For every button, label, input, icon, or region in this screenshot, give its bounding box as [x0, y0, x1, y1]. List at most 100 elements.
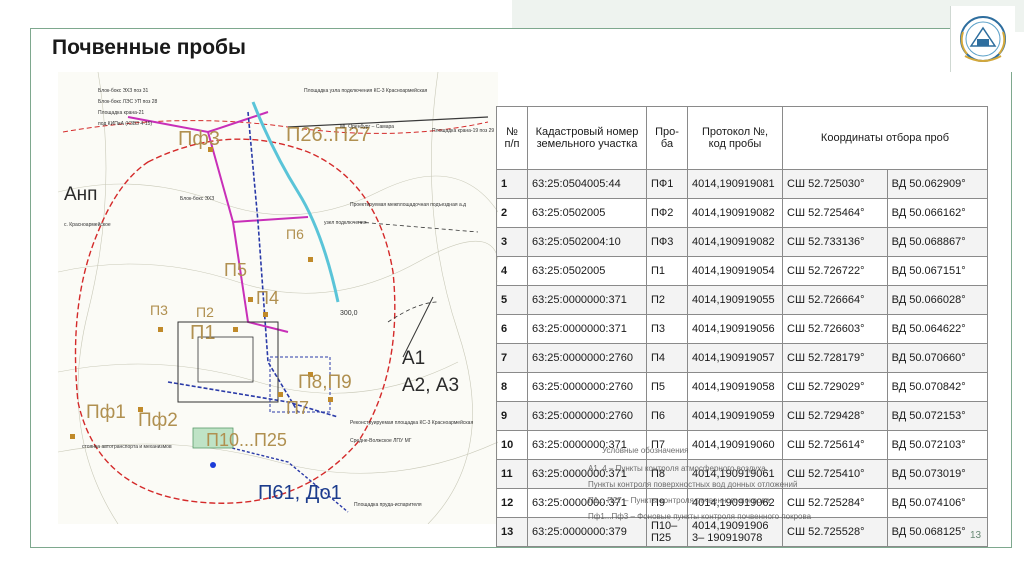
- cell-latitude: СШ 52.726603°: [782, 314, 888, 344]
- cell-protocol: 4014,190919054: [687, 256, 783, 286]
- map-note-13: Средне-Волжское ЛПУ МГ: [350, 438, 412, 444]
- cell-protocol: 4014,190919055: [687, 285, 783, 315]
- cell-probe: П2: [646, 285, 688, 315]
- cell-cadastral: 63:25:0502005: [527, 256, 647, 286]
- cell-longitude: ВД 50.062909°: [886, 169, 989, 199]
- cell-cadastral: 63:25:0000000:2760: [527, 401, 647, 431]
- cell-longitude: ВД 50.068867°: [886, 227, 989, 257]
- map-note-8: Проектируемая межплощадочная подъездная …: [350, 202, 467, 208]
- table-row: 6 63:25:0000000:371 П3 4014,190919056 СШ…: [496, 314, 989, 344]
- cell-latitude: СШ 52.733136°: [782, 227, 888, 257]
- map-note-5: Площадка узла подключения КС-3 Красноарм…: [304, 88, 428, 94]
- cell-cadastral: 63:25:0000000:371: [527, 459, 647, 489]
- table-row: 7 63:25:0000000:2760 П4 4014,190919057 С…: [496, 343, 989, 373]
- cell-probe: П3: [646, 314, 688, 344]
- map-note-12: Реконструируемая площадка КС-3 Красноарм…: [350, 420, 474, 426]
- map-note-9: узел подключения: [324, 220, 367, 226]
- cell-latitude: СШ 52.725030°: [782, 169, 888, 199]
- map-label-anp: Анп: [64, 184, 98, 205]
- map-note-1: Блок-бокс ЭХЗ поз 31: [98, 88, 149, 94]
- cell-probe: П5: [646, 372, 688, 402]
- cell-number: 3: [496, 227, 528, 257]
- cell-latitude: СШ 52.725284°: [782, 488, 888, 518]
- site-map: Пф3 П26..П27 Анп П6 П5 П4 П1 П3 П2 А1 А2…: [57, 71, 500, 525]
- table-row: 5 63:25:0000000:371 П2 4014,190919055 СШ…: [496, 285, 989, 315]
- cell-cadastral: 63:25:0502004:10: [527, 227, 647, 257]
- cell-cadastral: 63:25:0000000:371: [527, 488, 647, 518]
- map-label-p10p25: П10...П25: [206, 430, 287, 450]
- cell-latitude: СШ 52.725528°: [782, 517, 888, 547]
- map-note-3: Площадка крана-21: [98, 110, 145, 116]
- map-note-15: Площадка пруда-испарителя: [354, 502, 422, 508]
- map-note-2: Блок-бокс ЛЭС УП поз 28: [98, 99, 158, 105]
- cell-latitude: СШ 52.728179°: [782, 343, 888, 373]
- university-emblem-icon: [960, 16, 1006, 62]
- map-label-p61do1: П61, До1: [258, 482, 342, 504]
- table-row: 12 63:25:0000000:371 П9 4014,190919062 С…: [496, 488, 989, 518]
- cell-probe: П6: [646, 401, 688, 431]
- cell-latitude: СШ 52.726664°: [782, 285, 888, 315]
- cell-protocol: 4014,190919056: [687, 314, 783, 344]
- map-label-p8p9: П8,П9: [298, 372, 352, 393]
- cell-number: 6: [496, 314, 528, 344]
- cell-number: 11: [496, 459, 528, 489]
- cell-cadastral: 63:25:0000000:2760: [527, 372, 647, 402]
- cell-latitude: СШ 52.729029°: [782, 372, 888, 402]
- cell-cadastral: 63:25:0000000:371: [527, 430, 647, 460]
- map-label-p6: П6: [286, 226, 304, 242]
- map-label-a2a3: А2, А3: [402, 375, 460, 396]
- cell-number: 12: [496, 488, 528, 518]
- cell-protocol: 4014,190919058: [687, 372, 783, 402]
- table-row: 11 63:25:0000000:371 П8 4014,190919061 С…: [496, 459, 989, 489]
- map-note-14: стоянка автотранспорта и механизмов: [82, 444, 172, 450]
- dashed-line-right: [357, 221, 479, 323]
- cell-cadastral: 63:25:0000000:2760: [527, 343, 647, 373]
- cell-number: 8: [496, 372, 528, 402]
- map-note-10: Блок-бокс ЭХЗ: [180, 196, 215, 202]
- cell-cadastral: 63:25:0000000:379: [527, 517, 647, 547]
- cell-longitude: ВД 50.067151°: [886, 256, 989, 286]
- col-header-protocol: Протокол №, код пробы: [687, 106, 783, 170]
- col-header-coordinates: Координаты отбора проб: [782, 106, 988, 170]
- cell-cadastral: 63:25:0502005: [527, 198, 647, 228]
- cell-latitude: СШ 52.726722°: [782, 256, 888, 286]
- map-label-pf1: Пф1: [86, 402, 126, 423]
- cell-cadastral: 63:25:0000000:371: [527, 285, 647, 315]
- map-label-p4: П4: [256, 288, 279, 308]
- cell-number: 2: [496, 198, 528, 228]
- map-label-p2: П2: [196, 304, 214, 320]
- cell-probe: П4: [646, 343, 688, 373]
- cell-protocol: 4014,190919060: [687, 430, 783, 460]
- cell-longitude: ВД 50.066028°: [886, 285, 989, 315]
- cell-probe: П9: [646, 488, 688, 518]
- cell-cadastral: 63:25:0504005:44: [527, 169, 647, 199]
- cell-protocol: 4014,190919059: [687, 401, 783, 431]
- slide-title: Почвенные пробы: [52, 36, 246, 59]
- cell-probe: ПФ2: [646, 198, 688, 228]
- table-row: 10 63:25:0000000:371 П7 4014,190919060 С…: [496, 430, 989, 460]
- cell-number: 10: [496, 430, 528, 460]
- cell-latitude: СШ 52.725464°: [782, 198, 888, 228]
- col-header-cadastral: Кадастровый номер земельного участка: [527, 106, 647, 170]
- map-note-11: с. Красноармейское: [64, 222, 111, 228]
- col-header-number: № п/п: [496, 106, 528, 170]
- cell-number: 7: [496, 343, 528, 373]
- map-label-pf3: Пф3: [178, 128, 220, 150]
- cell-latitude: СШ 52.725614°: [782, 430, 888, 460]
- cell-probe: П8: [646, 459, 688, 489]
- table-row: 9 63:25:0000000:2760 П6 4014,190919059 С…: [496, 401, 989, 431]
- table-row: 1 63:25:0504005:44 ПФ1 4014,190919081 СШ…: [496, 169, 989, 199]
- map-note-4: под КИПиА (КЗВЗ 4-15): [98, 121, 153, 127]
- map-label-p7: П7: [286, 398, 309, 418]
- cell-longitude: ВД 50.072103°: [886, 430, 989, 460]
- cell-longitude: ВД 50.066162°: [886, 198, 989, 228]
- cell-number: 9: [496, 401, 528, 431]
- cell-probe: ПФ3: [646, 227, 688, 257]
- cell-probe: П7: [646, 430, 688, 460]
- cell-longitude: ВД 50.072153°: [886, 401, 989, 431]
- map-label-p1: П1: [190, 322, 216, 344]
- cell-probe: П10–П25: [646, 517, 688, 547]
- cell-protocol: 4014,19091906 3– 190919078: [687, 517, 783, 547]
- col-header-probe: Про-ба: [646, 106, 688, 170]
- map-label-pf2: Пф2: [138, 410, 178, 431]
